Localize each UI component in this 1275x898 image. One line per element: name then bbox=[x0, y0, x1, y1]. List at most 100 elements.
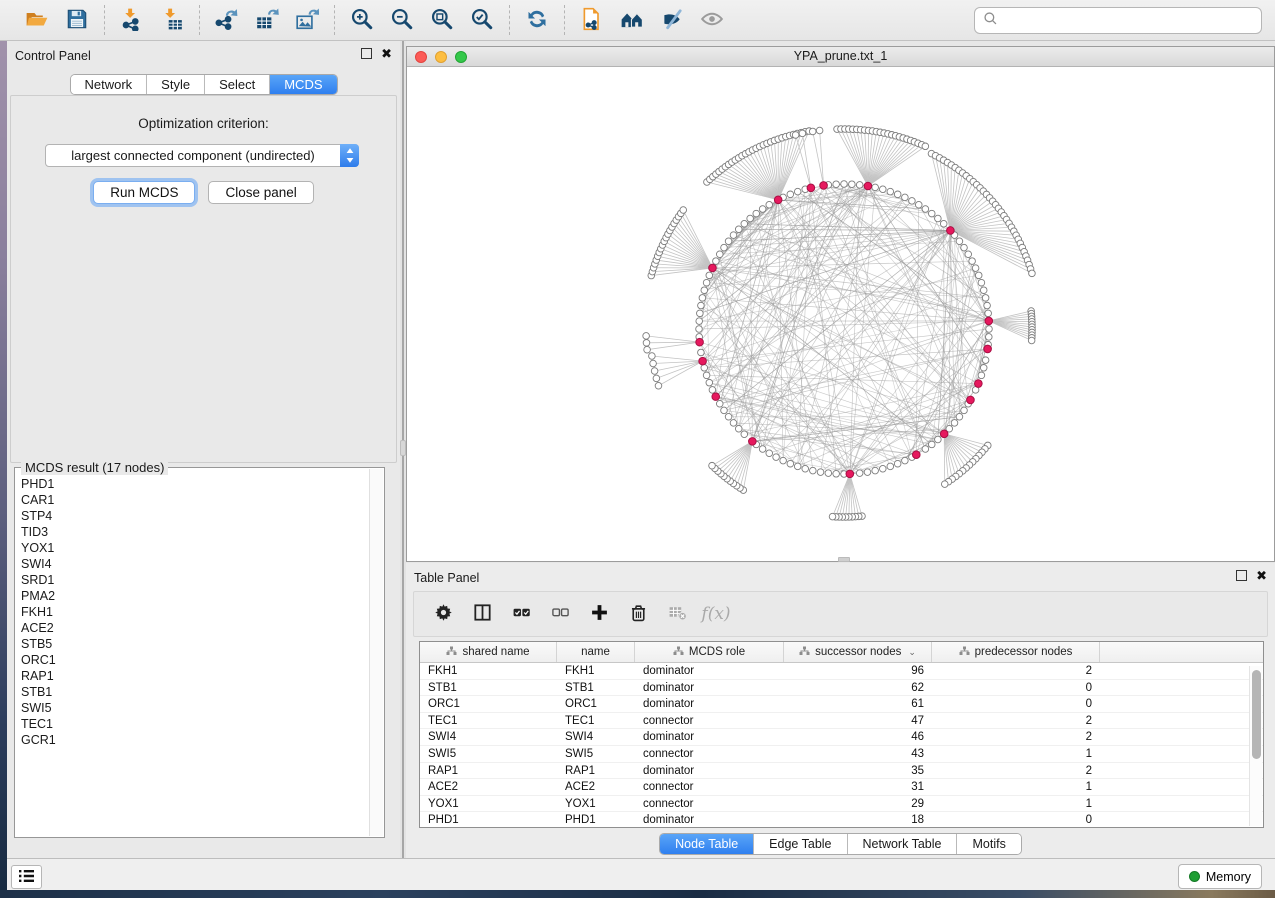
network-node[interactable] bbox=[766, 201, 773, 208]
network-node[interactable] bbox=[792, 132, 799, 139]
network-hub-node[interactable] bbox=[699, 357, 707, 365]
mcds-result-item[interactable]: RAP1 bbox=[21, 668, 369, 684]
tab-node-table[interactable]: Node Table bbox=[660, 834, 754, 854]
table-row[interactable]: ACE2ACE2connector311 bbox=[420, 779, 1263, 796]
network-node[interactable] bbox=[713, 258, 720, 265]
network-node[interactable] bbox=[879, 186, 886, 193]
network-node[interactable] bbox=[1028, 337, 1035, 344]
network-node[interactable] bbox=[747, 215, 754, 222]
network-node[interactable] bbox=[799, 130, 806, 137]
table-row[interactable]: STB1STB1dominator620 bbox=[420, 680, 1263, 697]
search-input[interactable] bbox=[1003, 13, 1253, 28]
column-header-mcds-role[interactable]: MCDS role bbox=[635, 642, 784, 662]
network-node[interactable] bbox=[922, 143, 929, 150]
network-node[interactable] bbox=[922, 446, 929, 453]
network-hub-node[interactable] bbox=[967, 396, 975, 404]
network-node[interactable] bbox=[956, 413, 963, 420]
network-node[interactable] bbox=[982, 357, 989, 364]
network-node[interactable] bbox=[735, 425, 742, 432]
network-node[interactable] bbox=[982, 295, 989, 302]
mcds-result-item[interactable]: ORC1 bbox=[21, 652, 369, 668]
network-node[interactable] bbox=[698, 302, 705, 309]
save-session-button[interactable] bbox=[60, 4, 94, 36]
network-node[interactable] bbox=[787, 460, 794, 467]
select-all-columns-button[interactable] bbox=[506, 598, 536, 630]
network-node[interactable] bbox=[696, 326, 703, 333]
table-row[interactable]: SWI5SWI5connector431 bbox=[420, 746, 1263, 763]
mcds-result-item[interactable]: ACE2 bbox=[21, 620, 369, 636]
network-node[interactable] bbox=[709, 387, 716, 394]
table-row[interactable]: FKH1FKH1dominator962 bbox=[420, 663, 1263, 680]
network-node[interactable] bbox=[915, 201, 922, 208]
network-node[interactable] bbox=[644, 346, 651, 353]
mcds-result-item[interactable]: SWI4 bbox=[21, 556, 369, 572]
create-new-column-button[interactable] bbox=[584, 598, 614, 630]
network-node[interactable] bbox=[680, 207, 687, 214]
network-node[interactable] bbox=[986, 326, 993, 333]
network-hub-node[interactable] bbox=[712, 393, 720, 401]
network-node[interactable] bbox=[753, 210, 760, 217]
network-node[interactable] bbox=[833, 181, 840, 188]
network-node[interactable] bbox=[1029, 270, 1036, 277]
table-panel-close-icon[interactable]: ✖ bbox=[1256, 570, 1267, 581]
tab-edge-table[interactable]: Edge Table bbox=[754, 834, 847, 854]
network-node[interactable] bbox=[985, 310, 992, 317]
tab-network-table[interactable]: Network Table bbox=[848, 834, 958, 854]
network-node[interactable] bbox=[951, 420, 958, 427]
mcds-result-item[interactable]: FKH1 bbox=[21, 604, 369, 620]
control-panel-float-icon[interactable] bbox=[361, 48, 372, 59]
network-node[interactable] bbox=[794, 463, 801, 470]
network-node[interactable] bbox=[841, 181, 848, 188]
network-node[interactable] bbox=[879, 465, 886, 472]
zoom-in-button[interactable] bbox=[345, 4, 379, 36]
memory-button[interactable]: Memory bbox=[1178, 864, 1262, 889]
network-node[interactable] bbox=[650, 360, 657, 367]
mcds-result-item[interactable]: STB5 bbox=[21, 636, 369, 652]
delete-columns-button[interactable] bbox=[623, 598, 653, 630]
export-image-button[interactable] bbox=[290, 4, 324, 36]
network-node[interactable] bbox=[802, 465, 809, 472]
network-hub-node[interactable] bbox=[912, 451, 920, 459]
network-node[interactable] bbox=[833, 470, 840, 477]
network-node[interactable] bbox=[794, 188, 801, 195]
mcds-result-item[interactable]: GCR1 bbox=[21, 732, 369, 748]
network-node[interactable] bbox=[956, 238, 963, 245]
network-hub-node[interactable] bbox=[696, 338, 704, 346]
network-node[interactable] bbox=[902, 194, 909, 201]
refresh-layout-button[interactable] bbox=[520, 4, 554, 36]
network-node[interactable] bbox=[735, 226, 742, 233]
network-node[interactable] bbox=[643, 340, 650, 347]
network-hub-node[interactable] bbox=[940, 430, 948, 438]
network-node[interactable] bbox=[980, 287, 987, 294]
network-node[interactable] bbox=[975, 272, 982, 279]
network-node[interactable] bbox=[703, 372, 710, 379]
network-node[interactable] bbox=[725, 238, 732, 245]
mcds-result-item[interactable]: SWI5 bbox=[21, 700, 369, 716]
tab-mcds[interactable]: MCDS bbox=[270, 75, 336, 94]
network-hub-node[interactable] bbox=[709, 264, 717, 272]
network-node[interactable] bbox=[773, 454, 780, 461]
network-node[interactable] bbox=[928, 441, 935, 448]
column-header-shared-name[interactable]: shared name bbox=[420, 642, 557, 662]
network-node[interactable] bbox=[651, 368, 658, 375]
network-node[interactable] bbox=[703, 279, 710, 286]
run-mcds-button[interactable]: Run MCDS bbox=[93, 181, 195, 204]
network-node[interactable] bbox=[887, 188, 894, 195]
first-neighbors-button[interactable] bbox=[615, 4, 649, 36]
network-node[interactable] bbox=[698, 349, 705, 356]
table-row[interactable]: PHD1PHD1dominator180 bbox=[420, 812, 1263, 828]
network-node[interactable] bbox=[909, 198, 916, 205]
close-panel-button[interactable]: Close panel bbox=[208, 181, 313, 204]
hide-selected-button[interactable] bbox=[655, 4, 689, 36]
network-node[interactable] bbox=[978, 372, 985, 379]
network-node[interactable] bbox=[902, 457, 909, 464]
network-hub-node[interactable] bbox=[749, 438, 757, 446]
network-node[interactable] bbox=[697, 310, 704, 317]
network-hub-node[interactable] bbox=[947, 227, 955, 235]
network-node[interactable] bbox=[721, 407, 728, 414]
network-node[interactable] bbox=[701, 364, 708, 371]
mcds-result-item[interactable]: STB1 bbox=[21, 684, 369, 700]
unselect-all-columns-button[interactable] bbox=[545, 598, 575, 630]
table-row[interactable]: YOX1YOX1connector291 bbox=[420, 796, 1263, 813]
minimize-traffic-light[interactable] bbox=[435, 51, 447, 63]
